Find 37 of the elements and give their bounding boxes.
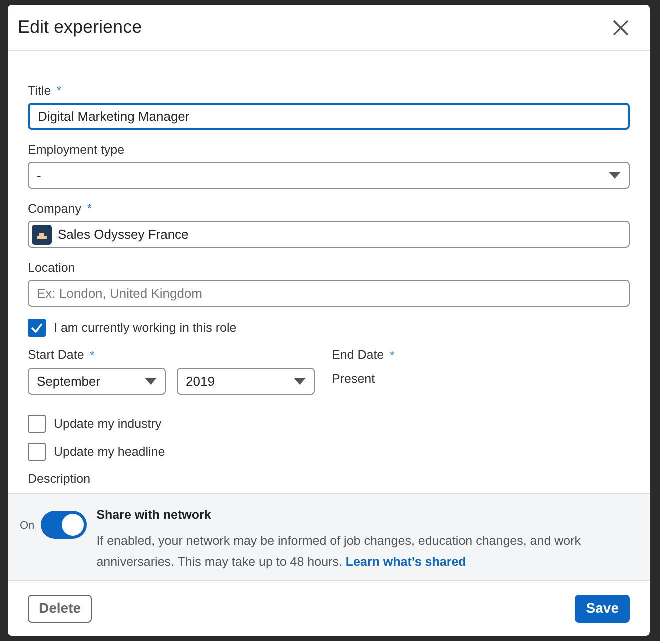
caret-icon bbox=[609, 172, 621, 179]
caret-icon bbox=[294, 378, 306, 385]
save-button[interactable]: Save bbox=[575, 594, 630, 622]
required-asterisk: * bbox=[88, 202, 92, 217]
field-label: End Date bbox=[332, 347, 384, 364]
field-label: Employment type bbox=[28, 142, 125, 159]
location-field[interactable]: Ex: London, United Kingdom bbox=[28, 280, 630, 307]
close-icon[interactable] bbox=[612, 18, 630, 36]
learn-more-link[interactable]: Learn what’s shared bbox=[346, 554, 466, 569]
dialog-title: Edit experience bbox=[18, 16, 142, 39]
checkbox-label: Update my industry bbox=[54, 416, 162, 433]
employment-type-select[interactable]: - bbox=[28, 162, 630, 189]
field-label: Description bbox=[28, 471, 92, 488]
company-field[interactable]: Sales Odyssey France bbox=[28, 221, 630, 248]
share-toggle[interactable] bbox=[40, 511, 87, 539]
checkbox[interactable] bbox=[28, 415, 46, 434]
delete-button[interactable]: Delete bbox=[28, 594, 92, 622]
required-asterisk: * bbox=[90, 348, 95, 364]
field-label: Location bbox=[28, 260, 76, 277]
toggle-label: On bbox=[20, 519, 35, 534]
month-select[interactable]: September bbox=[28, 368, 166, 395]
year-select[interactable]: 2019 bbox=[177, 368, 315, 395]
field-label: Title bbox=[28, 82, 52, 100]
required-asterisk: * bbox=[390, 348, 394, 364]
title-field[interactable]: Digital Marketing Manager bbox=[28, 103, 630, 130]
required-asterisk: * bbox=[57, 84, 62, 99]
checkbox-label: Update my headline bbox=[54, 444, 166, 461]
end-date-value: Present bbox=[332, 370, 376, 388]
company-logo-icon bbox=[32, 224, 52, 244]
field-label: Company bbox=[28, 200, 82, 218]
share-description: If enabled, your network may be informed of job changes, education changes, and work anniversaries. This may take up to 48 hours. Learn what’s shared bbox=[96, 532, 582, 571]
checkbox[interactable] bbox=[28, 319, 46, 338]
field-label: Start Date bbox=[28, 347, 84, 364]
caret-icon bbox=[145, 378, 157, 385]
checkbox[interactable] bbox=[28, 442, 46, 461]
share-title: Share with network bbox=[96, 507, 212, 524]
checkbox-label: I am currently working in this role bbox=[54, 320, 237, 337]
